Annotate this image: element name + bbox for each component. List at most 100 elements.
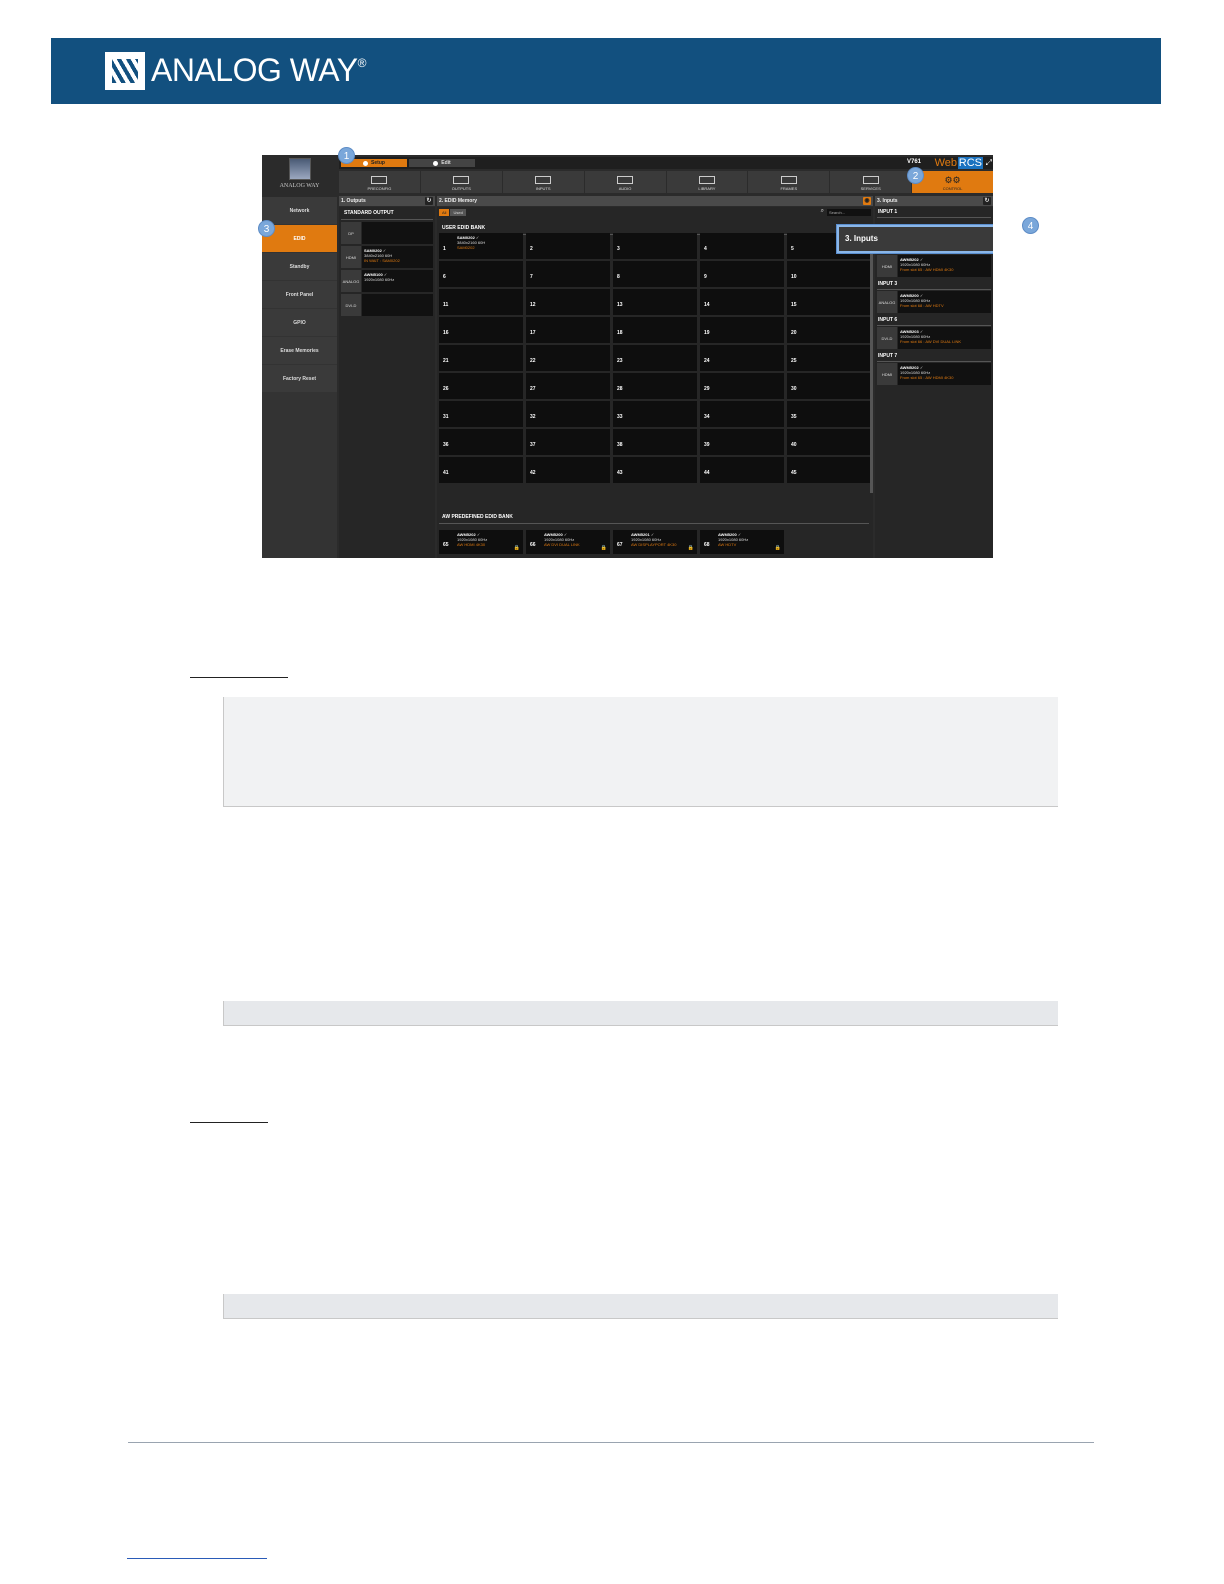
predefined-edid-slot[interactable]: 66 AWM5200 ✓ 1920x1080 60Hz AW DVI DUAL LIN…: [526, 530, 610, 554]
connector-tag: ANALOG: [341, 270, 361, 292]
edid-slot[interactable]: 28: [613, 373, 697, 399]
tab-used[interactable]: Used: [450, 209, 466, 216]
refresh-icon[interactable]: ↻: [425, 197, 433, 205]
edid-slot[interactable]: 41: [439, 457, 523, 483]
slot-number: 66: [530, 542, 536, 548]
slot-number: 23: [617, 358, 623, 364]
inputs-callout: 3. Inputs ↻: [837, 225, 993, 253]
output-row[interactable]: ANALOG AWM5100 ✓ 1920x1080 60Hz: [341, 270, 433, 292]
input-label: INPUT 1: [877, 207, 991, 218]
edid-slot[interactable]: 11: [439, 289, 523, 315]
edid-slot[interactable]: 31: [439, 401, 523, 427]
menu-outputs[interactable]: OUTPUTS: [420, 171, 502, 193]
connector-tag: ANALOG: [877, 291, 897, 313]
edid-slot[interactable]: 42: [526, 457, 610, 483]
edid-slot[interactable]: 4: [700, 233, 784, 259]
predefined-edid-slot[interactable]: 65 AWM5202 ✓ 1920x1080 60Hz AW HDMI 4K30 🔒: [439, 530, 523, 554]
scrollbar[interactable]: [870, 233, 873, 493]
output-row[interactable]: DVI-D: [341, 294, 433, 316]
edid-slot[interactable]: 26: [439, 373, 523, 399]
edid-slot[interactable]: 39: [700, 429, 784, 455]
edid-slot[interactable]: 12: [526, 289, 610, 315]
menu-label: OUTPUTS: [451, 186, 471, 191]
edid-slot[interactable]: 38: [613, 429, 697, 455]
edid-slot[interactable]: 19: [700, 317, 784, 343]
edid-slot[interactable]: 18: [613, 317, 697, 343]
predefined-edid-slot[interactable]: 68 AWM5200 ✓ 1920x1080 60Hz AW HDTV 🔒: [700, 530, 784, 554]
sidebar-item-standby[interactable]: Standby: [262, 253, 337, 280]
edid-slot[interactable]: 13: [613, 289, 697, 315]
edid-slot[interactable]: 44: [700, 457, 784, 483]
edid-slot[interactable]: 7: [526, 261, 610, 287]
menu-services[interactable]: SERVICES: [830, 171, 912, 193]
input-edid: AWM5203 ✓ 1920x1080 60Hz From slot 66 : AW…: [898, 327, 991, 349]
main-menu: PRECONFIG OUTPUTS INPUTS AUDIO LIBRARY FRAMES…: [339, 171, 993, 193]
edid-slot[interactable]: 8: [613, 261, 697, 287]
inputs-panel: INPUT 1INPUT 2HDMIAWM5202 ✓1920x1080 60H…: [875, 207, 993, 558]
heading-underline: [190, 1122, 268, 1123]
edid-slot[interactable]: 36: [439, 429, 523, 455]
edid-slot[interactable]: 3: [613, 233, 697, 259]
edid-slot[interactable]: 33: [613, 401, 697, 427]
edid-slot[interactable]: 30: [787, 373, 871, 399]
edid-slot[interactable]: 34: [700, 401, 784, 427]
edid-slot[interactable]: 2: [526, 233, 610, 259]
edid-slot[interactable]: 14: [700, 289, 784, 315]
output-row[interactable]: HDMI SAM0202 ✓ 3840x2160 60H IN WAIT : SAM0…: [341, 246, 433, 268]
edid-slot[interactable]: 9: [700, 261, 784, 287]
predefined-edid-slot[interactable]: 67 AWM5201 ✓ 1920x1080 60Hz AW DISPLAYPORT …: [613, 530, 697, 554]
slot-number: 15: [791, 302, 797, 308]
edid-slot[interactable]: 29: [700, 373, 784, 399]
sidebar-item-factory-reset[interactable]: Factory Reset: [262, 365, 337, 392]
edid-slot[interactable]: 20: [787, 317, 871, 343]
sidebar-item-network[interactable]: Network: [262, 197, 337, 224]
edid-slot[interactable]: 23: [613, 345, 697, 371]
refresh-icon[interactable]: ↻: [983, 197, 991, 205]
input-row[interactable]: DVI-D AWM5203 ✓ 1920x1080 60Hz From slot 66…: [877, 327, 991, 349]
menu-frames[interactable]: FRAMES: [748, 171, 830, 193]
eye-icon[interactable]: ◉: [863, 197, 871, 205]
edid-slot[interactable]: 21: [439, 345, 523, 371]
input-label: INPUT 3: [877, 279, 991, 290]
sidebar-item-gpio[interactable]: GPIO: [262, 309, 337, 336]
menu-library[interactable]: LIBRARY: [666, 171, 748, 193]
edid-slot[interactable]: 35: [787, 401, 871, 427]
search-input[interactable]: Search...: [827, 209, 871, 216]
edid-slot[interactable]: 45: [787, 457, 871, 483]
edid-slot[interactable]: 6: [439, 261, 523, 287]
input-row[interactable]: ANALOG AWM5200 ✓ 1920x1080 60Hz From slot 6…: [877, 291, 991, 313]
menu-audio[interactable]: AUDIO: [584, 171, 666, 193]
edid-slot[interactable]: 1 SAM0202 ✓ 3840x2160 60H SAM0202: [439, 233, 523, 259]
slot-number: 30: [791, 386, 797, 392]
edid-slot[interactable]: 22: [526, 345, 610, 371]
search-icon: ⌕: [820, 208, 824, 214]
audio-icon: [617, 176, 634, 184]
menu-preconfig[interactable]: PRECONFIG: [339, 171, 420, 193]
edid-slot[interactable]: 43: [613, 457, 697, 483]
edid-slot[interactable]: 10: [787, 261, 871, 287]
edid-slot[interactable]: 32: [526, 401, 610, 427]
sidebar-item-front-panel[interactable]: Front Panel: [262, 281, 337, 308]
sidebar-item-erase-memories[interactable]: Erase Memories: [262, 337, 337, 364]
edid-slot[interactable]: 16: [439, 317, 523, 343]
edid-slot[interactable]: 37: [526, 429, 610, 455]
output-row[interactable]: DP: [341, 222, 433, 244]
edid-slot[interactable]: 25: [787, 345, 871, 371]
edid-slot[interactable]: 15: [787, 289, 871, 315]
menu-control[interactable]: ⚙⚙ CONTROL: [912, 171, 993, 193]
input-row[interactable]: HDMI AWM5202 ✓ 1920x1080 60Hz From slot 65 …: [877, 255, 991, 277]
slot-number: 6: [443, 274, 446, 280]
connector-tag: HDMI: [877, 363, 897, 385]
edit-mode-button[interactable]: Edit: [409, 159, 475, 167]
input-block: INPUT 3 ANALOG AWM5200 ✓ 1920x1080 60Hz From…: [877, 279, 991, 313]
input-row[interactable]: HDMI AWM5202 ✓ 1920x1080 60Hz From slot 65 …: [877, 363, 991, 385]
memory-tabs: All Used: [439, 209, 466, 216]
edid-slot[interactable]: 40: [787, 429, 871, 455]
fullscreen-icon[interactable]: ⤢: [986, 158, 992, 168]
edid-slot[interactable]: 27: [526, 373, 610, 399]
menu-inputs[interactable]: INPUTS: [502, 171, 584, 193]
edid-slot[interactable]: 17: [526, 317, 610, 343]
tab-all[interactable]: All: [439, 209, 450, 216]
footer-link-underline[interactable]: [127, 1558, 267, 1559]
edid-slot[interactable]: 24: [700, 345, 784, 371]
